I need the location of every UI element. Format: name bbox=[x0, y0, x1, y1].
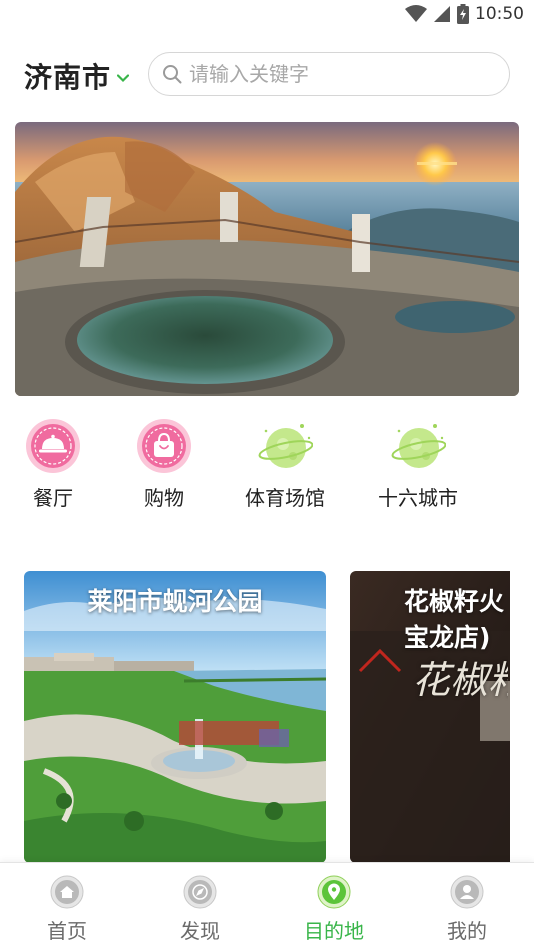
shop-sign: 花椒籽 bbox=[412, 658, 508, 702]
city-selector[interactable]: 济南市 bbox=[24, 56, 130, 96]
tab-label: 首页 bbox=[47, 919, 87, 943]
category-stadium[interactable]: 体育场馆 bbox=[225, 418, 345, 511]
battery-icon bbox=[457, 4, 469, 24]
category-shopping[interactable]: 购物 bbox=[104, 418, 224, 511]
search-input[interactable] bbox=[189, 62, 489, 86]
category-sixteen-cities[interactable]: 十六城市 bbox=[358, 418, 478, 511]
tab-label: 目的地 bbox=[304, 919, 364, 943]
category-label: 十六城市 bbox=[378, 486, 458, 510]
status-bar: 10:50 bbox=[0, 0, 534, 28]
compass-icon bbox=[183, 875, 217, 909]
category-label: 餐厅 bbox=[33, 486, 73, 510]
tab-label: 发现 bbox=[180, 919, 220, 943]
category-label: 购物 bbox=[144, 486, 184, 510]
tab-label: 我的 bbox=[447, 919, 487, 943]
category-label: 体育场馆 bbox=[245, 486, 325, 510]
city-name: 济南市 bbox=[24, 61, 112, 94]
category-restaurant[interactable]: 餐厅 bbox=[0, 418, 113, 511]
signal-icon bbox=[434, 6, 450, 22]
home-icon bbox=[50, 875, 84, 909]
card-title: 宝龙店) bbox=[350, 621, 510, 655]
restaurant-cloche-icon bbox=[25, 418, 81, 474]
planet-icon bbox=[390, 418, 447, 474]
card-title-line: 花椒籽火 bbox=[404, 587, 505, 616]
status-icons: 10:50 bbox=[405, 3, 524, 25]
destination-card[interactable]: 莱阳市蚬河公园 bbox=[24, 571, 326, 863]
shopping-bag-icon bbox=[136, 418, 192, 474]
tab-destination[interactable]: 目的地 bbox=[279, 863, 389, 950]
bottom-tab-bar: 首页 发现 目的地 我的 bbox=[0, 862, 534, 950]
header: 济南市 bbox=[0, 50, 534, 98]
wifi-icon bbox=[405, 5, 427, 22]
planet-icon bbox=[257, 418, 314, 474]
card-title: 花椒籽火 bbox=[350, 585, 510, 619]
card-title-line: 宝龙店) bbox=[404, 623, 491, 652]
status-time: 10:50 bbox=[475, 4, 524, 24]
search-icon bbox=[161, 63, 183, 85]
tab-home[interactable]: 首页 bbox=[12, 863, 122, 950]
user-icon bbox=[450, 875, 484, 909]
destination-card[interactable]: 花椒籽火 宝龙店) 花椒籽 bbox=[350, 571, 510, 863]
search-box[interactable] bbox=[148, 52, 510, 96]
category-row: 餐厅 购物 体育场馆 十六城市 bbox=[0, 418, 534, 518]
chevron-down-icon bbox=[117, 73, 130, 82]
card-title: 莱阳市蚬河公园 bbox=[87, 587, 263, 616]
location-pin-icon bbox=[317, 875, 351, 909]
banner-image[interactable] bbox=[15, 122, 519, 396]
tab-mine[interactable]: 我的 bbox=[412, 863, 522, 950]
tab-discover[interactable]: 发现 bbox=[145, 863, 255, 950]
